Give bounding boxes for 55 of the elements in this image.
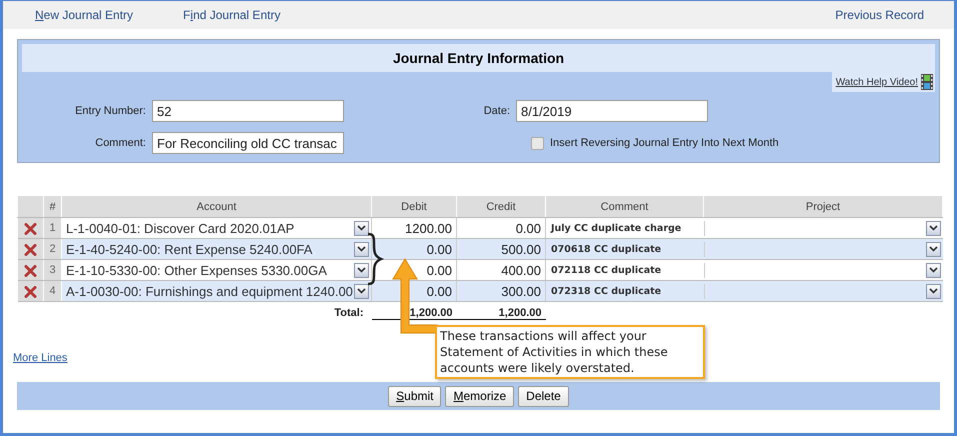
chevron-icon xyxy=(928,267,938,273)
more-lines-link[interactable]: More Lines xyxy=(13,352,68,364)
nav-link[interactable]: Find Journal Entry xyxy=(183,8,280,22)
chevron-icon xyxy=(357,246,366,252)
entry-number-label: Entry Number: xyxy=(74,105,146,117)
total-credit: 1,200.00 xyxy=(456,306,546,320)
comment-cell[interactable]: 070618 CC duplicate xyxy=(546,238,704,260)
column-header: Account xyxy=(62,196,372,218)
project-dropdown[interactable] xyxy=(926,262,940,278)
row-number: 1 xyxy=(44,218,62,238)
callout-note: These transactions will affect your Statement of Activities in which these accounts were likely overstated. xyxy=(435,325,705,379)
credit-cell[interactable]: 500.00 xyxy=(456,238,546,260)
delete-row-icon[interactable] xyxy=(24,244,37,256)
column-header: Credit xyxy=(456,196,546,218)
debit-cell[interactable]: 0.00 xyxy=(372,238,456,260)
chevron-icon xyxy=(928,246,938,252)
project-dropdown[interactable] xyxy=(926,220,940,236)
previous-record-link[interactable]: Previous Record xyxy=(835,8,924,22)
account-select[interactable]: E-1-10-5330-00: Other Expenses 5330.00GA xyxy=(62,262,371,278)
chevron-icon xyxy=(357,267,366,273)
chevron-icon xyxy=(357,225,366,231)
entry-number-field[interactable]: 52 xyxy=(152,100,344,122)
credit-cell[interactable]: 300.00 xyxy=(456,280,546,302)
column-header: Comment xyxy=(546,196,704,218)
form-button[interactable]: Memorize xyxy=(445,386,514,406)
total-label: Total: xyxy=(334,307,364,319)
chevron-icon xyxy=(357,288,366,294)
column-header: Debit xyxy=(372,196,456,218)
film-icon xyxy=(921,74,933,90)
panel-title: Journal Entry Information xyxy=(22,44,935,72)
delete-row-icon[interactable] xyxy=(24,286,37,298)
comment-label: Comment: xyxy=(94,137,146,149)
column-header: # xyxy=(44,196,62,218)
date-label: Date: xyxy=(482,105,510,117)
form-button[interactable]: Delete xyxy=(518,386,569,406)
brace-icon xyxy=(365,232,385,286)
nav-link[interactable]: New Journal Entry xyxy=(35,8,134,22)
reversing-checkbox[interactable] xyxy=(531,136,544,150)
column-header: Project xyxy=(704,196,942,218)
row-number: 3 xyxy=(44,260,62,280)
form-button[interactable]: Submit xyxy=(388,386,442,406)
row-number: 2 xyxy=(44,238,62,260)
comment-cell[interactable]: 072318 CC duplicate xyxy=(546,280,704,302)
project-dropdown[interactable] xyxy=(926,284,940,298)
help-video-link[interactable]: Watch Help Video! xyxy=(836,76,918,88)
chevron-icon xyxy=(928,288,938,294)
delete-row-icon[interactable] xyxy=(24,265,37,278)
row-number: 4 xyxy=(44,280,62,302)
account-select[interactable]: L-1-0040-01: Discover Card 2020.01AP xyxy=(62,220,371,236)
project-dropdown[interactable] xyxy=(926,242,940,256)
delete-row-icon[interactable] xyxy=(24,223,37,236)
chevron-icon xyxy=(928,225,938,231)
date-field[interactable]: 8/1/2019 xyxy=(516,100,708,122)
reversing-label: Insert Reversing Journal Entry Into Next Month xyxy=(550,136,780,150)
comment-field[interactable]: For Reconciling old CC transac xyxy=(152,132,344,154)
